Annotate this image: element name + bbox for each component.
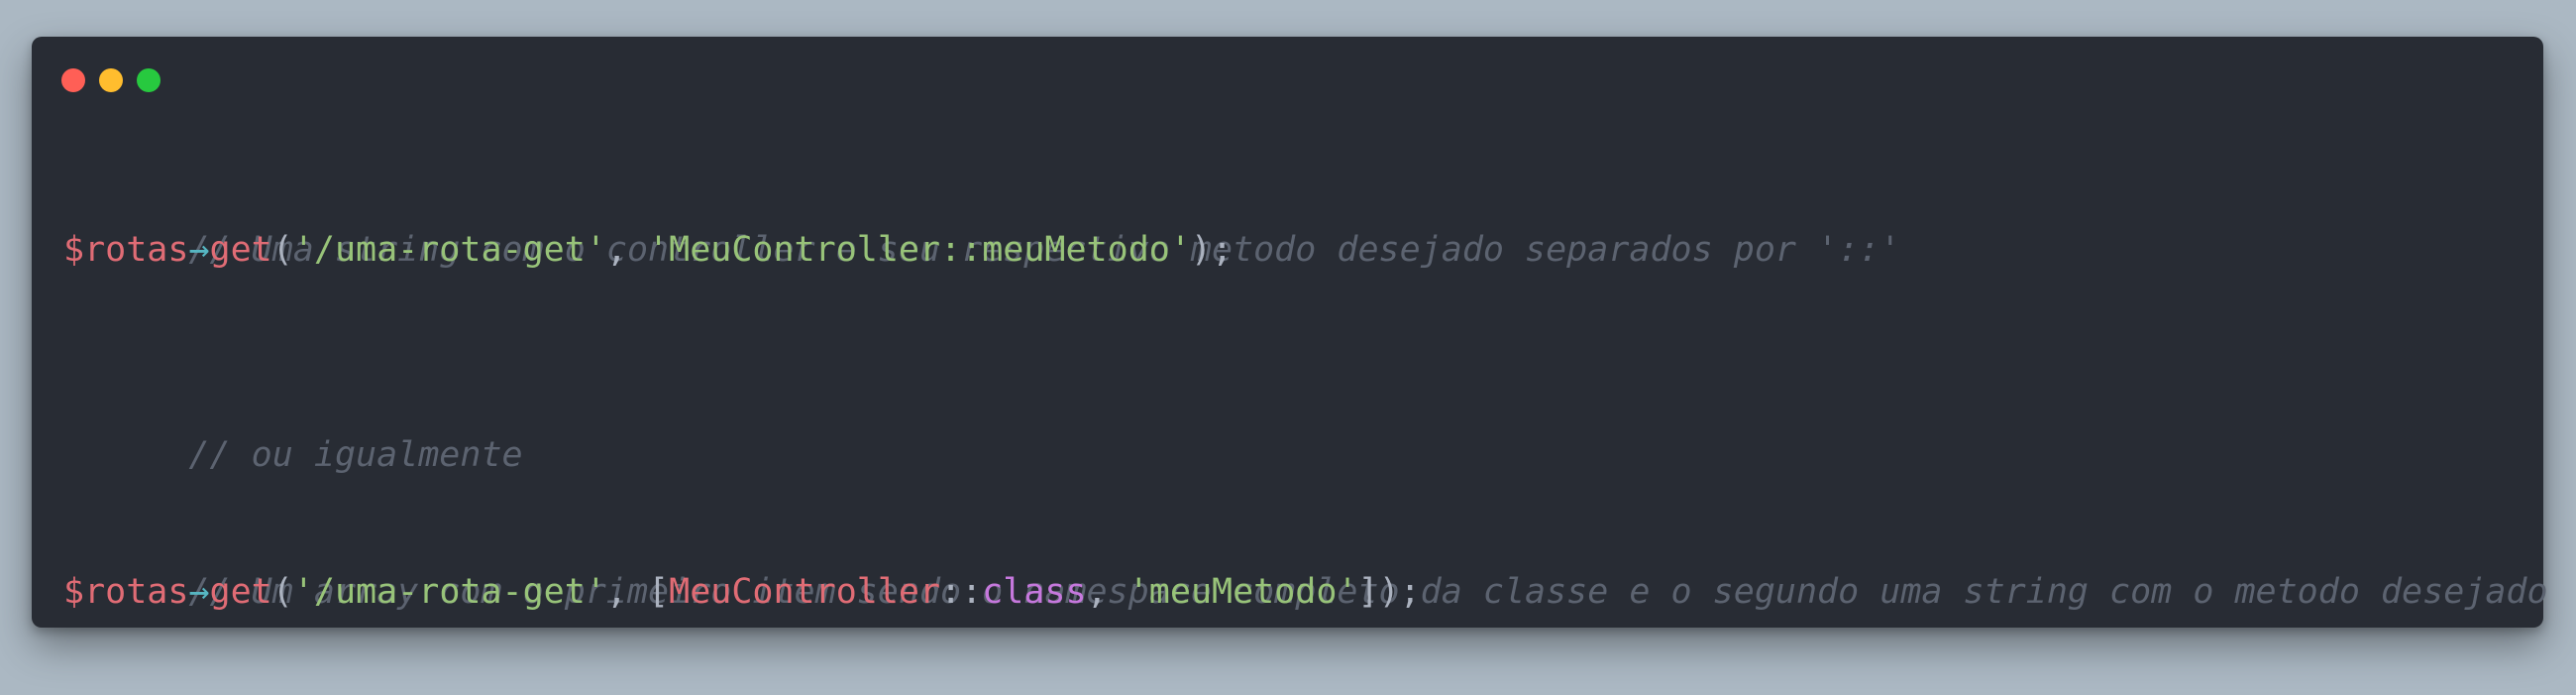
handler-string-token: 'MeuController::meuMetodo' bbox=[648, 230, 1191, 270]
route-string-token: '/uma-rota-get' bbox=[292, 230, 606, 270]
arrow-operator-token: → bbox=[188, 230, 210, 270]
paren-open-token: ( bbox=[271, 230, 293, 270]
route-string-token: '/uma-rota-get' bbox=[292, 572, 606, 612]
bracket-open-token: [ bbox=[648, 572, 670, 612]
close-dot-icon[interactable] bbox=[61, 68, 85, 92]
comma-token: , bbox=[605, 230, 649, 270]
scope-operator-token: :: bbox=[940, 572, 983, 612]
method-token: get bbox=[209, 572, 272, 612]
comma-token: , bbox=[605, 572, 649, 612]
code-block: // Uma string com o controller e seu res… bbox=[63, 148, 2548, 627]
code-line-4: // ou igualmente bbox=[63, 353, 2523, 475]
variable-token: $rotas bbox=[63, 230, 189, 270]
close-token: ); bbox=[1190, 230, 1234, 270]
code-line-3-blank bbox=[63, 285, 2523, 353]
code-line-1: // Uma string com o controller e seu res… bbox=[63, 148, 2523, 270]
minimize-dot-icon[interactable] bbox=[99, 68, 123, 92]
close-token: ]); bbox=[1357, 572, 1421, 612]
comment-text: // ou igualmente bbox=[188, 435, 523, 475]
code-line-6: // Um array com o primeiro item sendo o … bbox=[63, 490, 2547, 612]
method-string-token: 'meuMetodo' bbox=[1127, 572, 1358, 612]
method-token: get bbox=[209, 230, 272, 270]
variable-token: $rotas bbox=[63, 572, 189, 612]
arrow-operator-token: → bbox=[188, 572, 210, 612]
maximize-dot-icon[interactable] bbox=[137, 68, 161, 92]
class-name-token: MeuController bbox=[669, 572, 941, 612]
comma-token: , bbox=[1086, 572, 1128, 612]
code-window: // Uma string com o controller e seu res… bbox=[32, 37, 2548, 628]
paren-open-token: ( bbox=[271, 572, 293, 612]
window-controls bbox=[61, 68, 161, 94]
class-keyword-token: class bbox=[982, 572, 1087, 612]
